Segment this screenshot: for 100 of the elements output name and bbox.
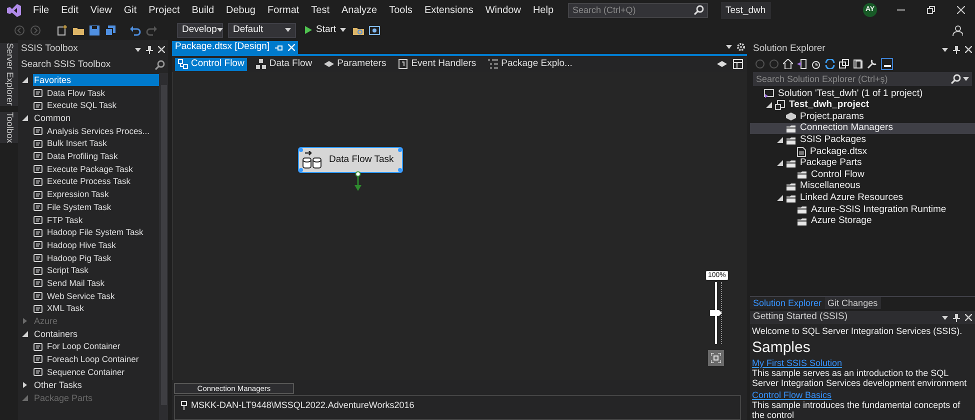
search-icon[interactable] bbox=[694, 5, 704, 15]
menu-item[interactable]: View bbox=[84, 2, 118, 18]
tree-item[interactable]: Miscellaneous bbox=[750, 180, 975, 192]
toolbox-item[interactable]: Hadoop Hive Task bbox=[47, 238, 116, 252]
configuration-dropdown[interactable]: Develop bbox=[177, 22, 223, 38]
fit-to-window-button[interactable] bbox=[708, 350, 724, 366]
toolbox-item[interactable]: Hadoop File System Task bbox=[47, 226, 144, 239]
expand-triangle-icon[interactable] bbox=[776, 137, 782, 144]
menu-item[interactable]: Tools bbox=[383, 2, 418, 18]
task-node[interactable]: Data Flow Task bbox=[298, 147, 403, 173]
sample-link[interactable]: My First SSIS Solution bbox=[752, 358, 842, 368]
toolbox-item[interactable]: Script Task bbox=[47, 264, 88, 278]
toolbox-item[interactable]: Hadoop Pig Task bbox=[47, 252, 112, 264]
diamond-icon[interactable] bbox=[717, 60, 727, 68]
tree-item[interactable]: Package Parts bbox=[750, 158, 975, 170]
toolbox-category[interactable]: Favorites bbox=[33, 74, 159, 86]
toolbox-item[interactable]: Data Profiling Task bbox=[47, 150, 118, 163]
toolbox-item[interactable]: Expression Task bbox=[47, 188, 109, 201]
view-tab[interactable]: Package Explo... bbox=[485, 58, 576, 70]
view-tab[interactable]: Event Handlers bbox=[395, 58, 480, 70]
collapse-all-icon[interactable] bbox=[839, 59, 849, 69]
tree-item[interactable]: Solution 'Test_dwh' (1 of 1 project) bbox=[750, 88, 975, 100]
view-tab[interactable]: Data Flow bbox=[253, 58, 316, 70]
table-icon[interactable] bbox=[733, 59, 743, 69]
toolbox-item[interactable]: Send Mail Task bbox=[47, 276, 104, 290]
toolbox-item[interactable]: Execute Package Task bbox=[47, 162, 133, 176]
menu-item[interactable]: Help bbox=[526, 2, 560, 18]
scrollbar[interactable] bbox=[159, 73, 168, 420]
menu-item[interactable]: Project bbox=[142, 2, 186, 18]
expand-triangle-icon[interactable] bbox=[776, 160, 782, 166]
platform-dropdown[interactable]: Default bbox=[228, 22, 296, 38]
restore-icon[interactable] bbox=[927, 6, 935, 14]
menu-item[interactable]: Format bbox=[261, 2, 306, 18]
tree-item[interactable]: Azure-SSIS Integration Runtime bbox=[750, 204, 975, 216]
toolbox-category[interactable]: Other Tasks bbox=[33, 378, 159, 391]
history-icon[interactable] bbox=[811, 59, 821, 69]
person-icon[interactable] bbox=[952, 24, 963, 36]
tree-item[interactable]: Control Flow bbox=[750, 169, 975, 181]
caret-icon[interactable] bbox=[963, 77, 969, 81]
toolbox-item[interactable]: Execute SQL Task bbox=[47, 99, 116, 112]
expand-triangle-icon[interactable] bbox=[776, 195, 782, 202]
search-field[interactable]: Search Solution Explorer (Ctrl+ş) bbox=[753, 72, 972, 86]
caret-icon[interactable] bbox=[216, 28, 223, 32]
save-all-icon[interactable] bbox=[105, 24, 116, 36]
toolbox-item[interactable]: Web Service Task bbox=[47, 290, 115, 302]
toolbox-category[interactable]: Containers bbox=[33, 328, 159, 340]
expand-triangle-icon[interactable] bbox=[766, 102, 772, 108]
pin-icon[interactable] bbox=[953, 314, 960, 322]
pin-icon[interactable] bbox=[146, 46, 153, 54]
caret-icon[interactable] bbox=[726, 45, 732, 49]
toolbox-category[interactable]: Common bbox=[33, 112, 159, 124]
tree-item[interactable]: Connection Managers bbox=[750, 122, 975, 134]
toolbox-item[interactable]: XML Task bbox=[47, 302, 84, 316]
menu-item[interactable]: Build bbox=[186, 2, 220, 18]
start-button[interactable]: Start bbox=[303, 22, 348, 38]
new-item-icon[interactable] bbox=[57, 24, 68, 36]
search-field[interactable]: Search (Ctrl+Q) bbox=[568, 2, 708, 18]
tree-item[interactable]: Package.dtsx bbox=[750, 146, 975, 158]
menu-item[interactable]: Debug bbox=[220, 2, 262, 18]
view-tab[interactable]: Control Flow bbox=[175, 58, 248, 70]
toolbox-item[interactable]: Data Flow Task bbox=[47, 86, 105, 100]
caret-icon[interactable] bbox=[942, 316, 948, 320]
undo-icon[interactable] bbox=[130, 24, 141, 36]
tree-item[interactable]: Project.params bbox=[750, 111, 975, 123]
toolbox-item[interactable]: Bulk Insert Task bbox=[47, 137, 107, 150]
view-tab[interactable]: Parameters bbox=[321, 58, 390, 70]
panel-tab[interactable]: Solution Explorer bbox=[750, 297, 825, 309]
menu-item[interactable]: Test bbox=[305, 2, 336, 18]
panel-tab[interactable]: Git Changes bbox=[824, 297, 881, 309]
toolbox-item[interactable]: Sequence Container bbox=[47, 366, 125, 379]
toolbox-item[interactable]: Execute Process Task bbox=[47, 175, 130, 188]
wrench-icon[interactable] bbox=[867, 59, 877, 69]
pin-icon[interactable] bbox=[953, 46, 960, 54]
preview-toggle-button[interactable] bbox=[881, 58, 893, 70]
zoom-slider[interactable] bbox=[710, 282, 724, 344]
expand-triangle-icon[interactable] bbox=[22, 77, 28, 84]
tree-item[interactable]: Azure Storage bbox=[750, 216, 975, 228]
close-icon[interactable] bbox=[957, 6, 965, 14]
save-icon[interactable] bbox=[89, 24, 100, 36]
collapsed-triangle-icon[interactable] bbox=[22, 382, 28, 388]
tree-item[interactable]: SSIS Packages bbox=[750, 134, 975, 146]
caret-icon[interactable] bbox=[285, 28, 291, 32]
menu-item[interactable]: Analyze bbox=[336, 2, 384, 18]
menu-item[interactable]: Edit bbox=[55, 2, 84, 18]
sync-icon[interactable] bbox=[825, 59, 835, 69]
side-tab[interactable]: Toolbox bbox=[0, 112, 18, 143]
tree-item[interactable]: Test_dwh_project bbox=[750, 100, 975, 112]
close-icon[interactable] bbox=[158, 46, 165, 53]
toolbox-item[interactable]: For Loop Container bbox=[47, 340, 120, 354]
home-icon[interactable] bbox=[783, 59, 793, 69]
connector-arrow[interactable] bbox=[354, 171, 362, 192]
menu-item[interactable]: Window bbox=[479, 2, 527, 18]
files-icon[interactable] bbox=[853, 59, 863, 69]
caret-icon[interactable] bbox=[942, 48, 948, 52]
toolbox-item[interactable]: Foreach Loop Container bbox=[47, 353, 139, 366]
sample-link[interactable]: Control Flow Basics bbox=[752, 390, 832, 400]
expand-triangle-icon[interactable] bbox=[22, 115, 28, 122]
search-field[interactable]: Search SSIS Toolbox bbox=[21, 58, 155, 72]
toolbox-item[interactable]: Analysis Services Proces... bbox=[47, 124, 150, 138]
gear-icon[interactable] bbox=[737, 43, 745, 51]
